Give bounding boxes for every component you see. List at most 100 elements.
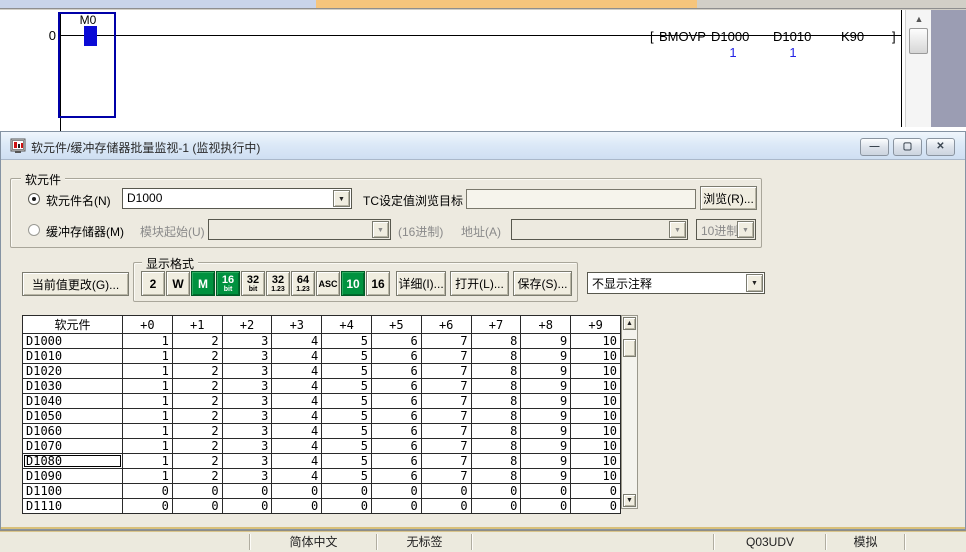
- value-cell[interactable]: 0: [571, 499, 621, 514]
- value-cell[interactable]: 4: [272, 349, 322, 364]
- value-cell[interactable]: 3: [222, 409, 272, 424]
- device-cell[interactable]: D1110: [23, 499, 123, 514]
- device-cell[interactable]: D1030: [23, 379, 123, 394]
- value-cell[interactable]: 7: [421, 394, 471, 409]
- value-cell[interactable]: 0: [123, 499, 173, 514]
- format-binary-button[interactable]: 2: [141, 271, 165, 296]
- value-cell[interactable]: 6: [371, 349, 421, 364]
- value-cell[interactable]: 1: [123, 424, 173, 439]
- device-cell[interactable]: D1100: [23, 484, 123, 499]
- format-multipoint-button[interactable]: M: [191, 271, 215, 296]
- value-cell[interactable]: 8: [471, 424, 521, 439]
- table-vertical-scrollbar[interactable]: ▲ ▼: [621, 315, 638, 509]
- value-cell[interactable]: 9: [521, 364, 571, 379]
- value-cell[interactable]: 1: [123, 334, 173, 349]
- save-button[interactable]: 保存(S)...: [513, 271, 572, 296]
- value-cell[interactable]: 0: [222, 499, 272, 514]
- value-cell[interactable]: 0: [371, 484, 421, 499]
- value-cell[interactable]: 6: [371, 439, 421, 454]
- device-name-combo[interactable]: D1000 ▼: [122, 188, 352, 209]
- value-cell[interactable]: 8: [471, 469, 521, 484]
- value-cell[interactable]: 9: [521, 439, 571, 454]
- scroll-up-icon[interactable]: ▲: [623, 317, 636, 330]
- device-cell[interactable]: D1090: [23, 469, 123, 484]
- value-cell[interactable]: 4: [272, 454, 322, 469]
- device-cell[interactable]: D1060: [23, 424, 123, 439]
- value-cell[interactable]: 0: [322, 484, 372, 499]
- value-cell[interactable]: 5: [322, 469, 372, 484]
- format-hexadecimal-button[interactable]: 16: [366, 271, 390, 296]
- maximize-button[interactable]: ▢: [893, 138, 922, 156]
- value-cell[interactable]: 0: [521, 499, 571, 514]
- value-cell[interactable]: 3: [222, 334, 272, 349]
- value-cell[interactable]: 10: [571, 409, 621, 424]
- value-cell[interactable]: 0: [172, 484, 222, 499]
- value-cell[interactable]: 4: [272, 394, 322, 409]
- buffer-memory-radio[interactable]: [28, 224, 40, 236]
- value-cell[interactable]: 7: [421, 334, 471, 349]
- value-cell[interactable]: 6: [371, 454, 421, 469]
- value-cell[interactable]: 10: [571, 334, 621, 349]
- value-cell[interactable]: 6: [371, 379, 421, 394]
- value-cell[interactable]: 10: [571, 454, 621, 469]
- format-ascii-button[interactable]: ASC: [316, 271, 340, 296]
- value-cell[interactable]: 4: [272, 439, 322, 454]
- change-current-value-button[interactable]: 当前值更改(G)...: [22, 272, 129, 296]
- value-cell[interactable]: 5: [322, 454, 372, 469]
- value-cell[interactable]: 2: [172, 394, 222, 409]
- chevron-down-icon[interactable]: ▼: [746, 274, 763, 292]
- active-tab-highlight[interactable]: [316, 0, 697, 9]
- value-cell[interactable]: 4: [272, 379, 322, 394]
- minimize-button[interactable]: —: [860, 138, 889, 156]
- value-cell[interactable]: 0: [123, 484, 173, 499]
- value-cell[interactable]: 0: [421, 499, 471, 514]
- value-cell[interactable]: 1: [123, 349, 173, 364]
- ladder-vertical-scrollbar[interactable]: ▲: [905, 10, 931, 127]
- value-cell[interactable]: 10: [571, 364, 621, 379]
- value-cell[interactable]: 1: [123, 394, 173, 409]
- value-cell[interactable]: 3: [222, 364, 272, 379]
- value-cell[interactable]: 2: [172, 364, 222, 379]
- value-cell[interactable]: 5: [322, 349, 372, 364]
- ladder-scrollbar-thumb[interactable]: [909, 28, 928, 54]
- close-button[interactable]: ✕: [926, 138, 955, 156]
- open-button[interactable]: 打开(L)...: [450, 271, 509, 296]
- value-cell[interactable]: 10: [571, 379, 621, 394]
- value-cell[interactable]: 6: [371, 409, 421, 424]
- instruction-operand-2[interactable]: D1010: [773, 29, 811, 44]
- value-cell[interactable]: 9: [521, 469, 571, 484]
- value-cell[interactable]: 8: [471, 334, 521, 349]
- value-cell[interactable]: 0: [371, 499, 421, 514]
- device-cell[interactable]: D1010: [23, 349, 123, 364]
- value-cell[interactable]: 4: [272, 364, 322, 379]
- scroll-up-icon[interactable]: ▲: [906, 12, 932, 26]
- value-cell[interactable]: 3: [222, 439, 272, 454]
- value-cell[interactable]: 0: [471, 499, 521, 514]
- value-cell[interactable]: 10: [571, 349, 621, 364]
- format-32real-button[interactable]: 321.23: [266, 271, 290, 296]
- value-cell[interactable]: 6: [371, 364, 421, 379]
- value-cell[interactable]: 0: [571, 484, 621, 499]
- value-cell[interactable]: 4: [272, 334, 322, 349]
- value-cell[interactable]: 9: [521, 409, 571, 424]
- value-cell[interactable]: 2: [172, 454, 222, 469]
- value-cell[interactable]: 8: [471, 364, 521, 379]
- device-cell[interactable]: D1070: [23, 439, 123, 454]
- value-cell[interactable]: 0: [222, 484, 272, 499]
- value-cell[interactable]: 1: [123, 379, 173, 394]
- device-cell[interactable]: D1050: [23, 409, 123, 424]
- value-cell[interactable]: 8: [471, 454, 521, 469]
- value-cell[interactable]: 5: [322, 394, 372, 409]
- value-cell[interactable]: 10: [571, 394, 621, 409]
- value-cell[interactable]: 9: [521, 349, 571, 364]
- value-cell[interactable]: 9: [521, 424, 571, 439]
- browse-button[interactable]: 浏览(R)...: [700, 186, 757, 210]
- tc-target-field[interactable]: [466, 189, 696, 209]
- value-cell[interactable]: 3: [222, 349, 272, 364]
- value-cell[interactable]: 2: [172, 334, 222, 349]
- scroll-down-icon[interactable]: ▼: [623, 494, 636, 507]
- value-cell[interactable]: 2: [172, 349, 222, 364]
- value-cell[interactable]: 6: [371, 334, 421, 349]
- value-cell[interactable]: 0: [272, 499, 322, 514]
- value-cell[interactable]: 7: [421, 379, 471, 394]
